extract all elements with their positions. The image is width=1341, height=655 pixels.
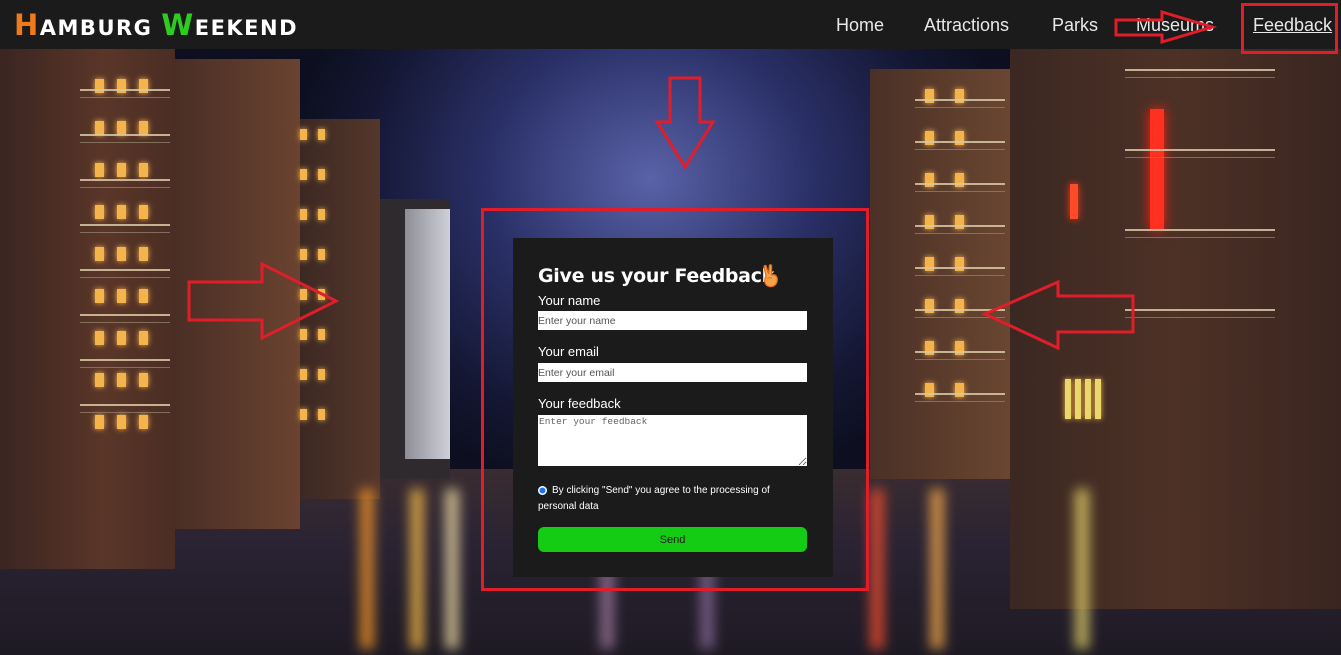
light-reflection bbox=[445, 489, 459, 649]
red-window bbox=[1070, 184, 1078, 219]
lit-window bbox=[95, 247, 104, 261]
lit-window bbox=[318, 409, 325, 420]
balcony bbox=[80, 404, 170, 413]
scaffold-building bbox=[405, 209, 450, 459]
lit-window bbox=[117, 373, 126, 387]
balcony bbox=[915, 393, 1005, 402]
lit-window bbox=[1075, 379, 1081, 419]
lit-window bbox=[117, 331, 126, 345]
feedback-nav-highlight-box bbox=[1241, 3, 1338, 54]
lit-window bbox=[139, 289, 148, 303]
balcony bbox=[80, 269, 170, 278]
lit-window bbox=[318, 209, 325, 220]
lit-window bbox=[1095, 379, 1101, 419]
lit-window bbox=[300, 169, 307, 180]
balcony bbox=[1125, 229, 1275, 238]
logo-text-2: EEKEND bbox=[194, 16, 299, 40]
light-reflection bbox=[930, 489, 944, 649]
balcony bbox=[1125, 309, 1275, 318]
lit-window bbox=[139, 163, 148, 177]
lit-window bbox=[318, 289, 325, 300]
site-logo[interactable]: HAMBURG WEEKEND bbox=[14, 8, 298, 42]
building-left-mid bbox=[175, 59, 300, 529]
lit-window bbox=[95, 163, 104, 177]
balcony bbox=[80, 179, 170, 188]
lit-window bbox=[117, 289, 126, 303]
lit-window bbox=[300, 249, 307, 260]
form-highlight-box bbox=[481, 208, 869, 591]
nav-museums[interactable]: Museums bbox=[1136, 15, 1214, 36]
logo-letter-h: H bbox=[14, 8, 40, 42]
lit-window bbox=[139, 205, 148, 219]
balcony bbox=[80, 314, 170, 323]
lit-window bbox=[139, 121, 148, 135]
lit-window bbox=[95, 121, 104, 135]
lit-window bbox=[95, 415, 104, 429]
lit-window bbox=[117, 121, 126, 135]
balcony bbox=[915, 309, 1005, 318]
balcony bbox=[1125, 149, 1275, 158]
balcony bbox=[80, 224, 170, 233]
lit-window bbox=[95, 289, 104, 303]
balcony bbox=[915, 141, 1005, 150]
lit-window bbox=[318, 169, 325, 180]
lit-window bbox=[300, 329, 307, 340]
lit-window bbox=[318, 369, 325, 380]
logo-text-1: AMBURG bbox=[39, 16, 162, 40]
lit-window bbox=[300, 289, 307, 300]
balcony bbox=[915, 267, 1005, 276]
lit-window bbox=[95, 205, 104, 219]
top-navbar: HAMBURG WEEKEND Home Attractions Parks M… bbox=[0, 0, 1341, 49]
lit-window bbox=[300, 129, 307, 140]
balcony bbox=[915, 351, 1005, 360]
balcony bbox=[915, 99, 1005, 108]
lit-window bbox=[95, 331, 104, 345]
lit-window bbox=[318, 249, 325, 260]
balcony bbox=[1125, 69, 1275, 78]
lit-window bbox=[117, 205, 126, 219]
nav-home[interactable]: Home bbox=[836, 15, 884, 36]
lit-window bbox=[300, 409, 307, 420]
light-reflection bbox=[410, 489, 424, 649]
lit-window bbox=[139, 415, 148, 429]
light-reflection bbox=[870, 489, 884, 649]
lit-window bbox=[117, 163, 126, 177]
building-left-back bbox=[300, 119, 380, 499]
balcony bbox=[80, 89, 170, 98]
lit-window bbox=[139, 247, 148, 261]
building-right-front bbox=[1010, 49, 1341, 609]
lit-window bbox=[117, 415, 126, 429]
lit-window bbox=[1065, 379, 1071, 419]
balcony bbox=[915, 183, 1005, 192]
nav-attractions[interactable]: Attractions bbox=[924, 15, 1009, 36]
balcony bbox=[915, 225, 1005, 234]
red-window bbox=[1150, 109, 1164, 229]
lit-window bbox=[318, 129, 325, 140]
nav-parks[interactable]: Parks bbox=[1052, 15, 1098, 36]
light-reflection bbox=[360, 489, 374, 649]
lit-window bbox=[300, 369, 307, 380]
lit-window bbox=[318, 329, 325, 340]
lit-window bbox=[300, 209, 307, 220]
balcony bbox=[80, 134, 170, 143]
lit-window bbox=[117, 247, 126, 261]
logo-letter-w: W bbox=[161, 8, 195, 42]
building-left-front bbox=[0, 49, 175, 569]
light-reflection bbox=[1075, 489, 1089, 649]
lit-window bbox=[1085, 379, 1091, 419]
lit-window bbox=[139, 331, 148, 345]
lit-window bbox=[95, 373, 104, 387]
balcony bbox=[80, 359, 170, 368]
lit-window bbox=[139, 373, 148, 387]
